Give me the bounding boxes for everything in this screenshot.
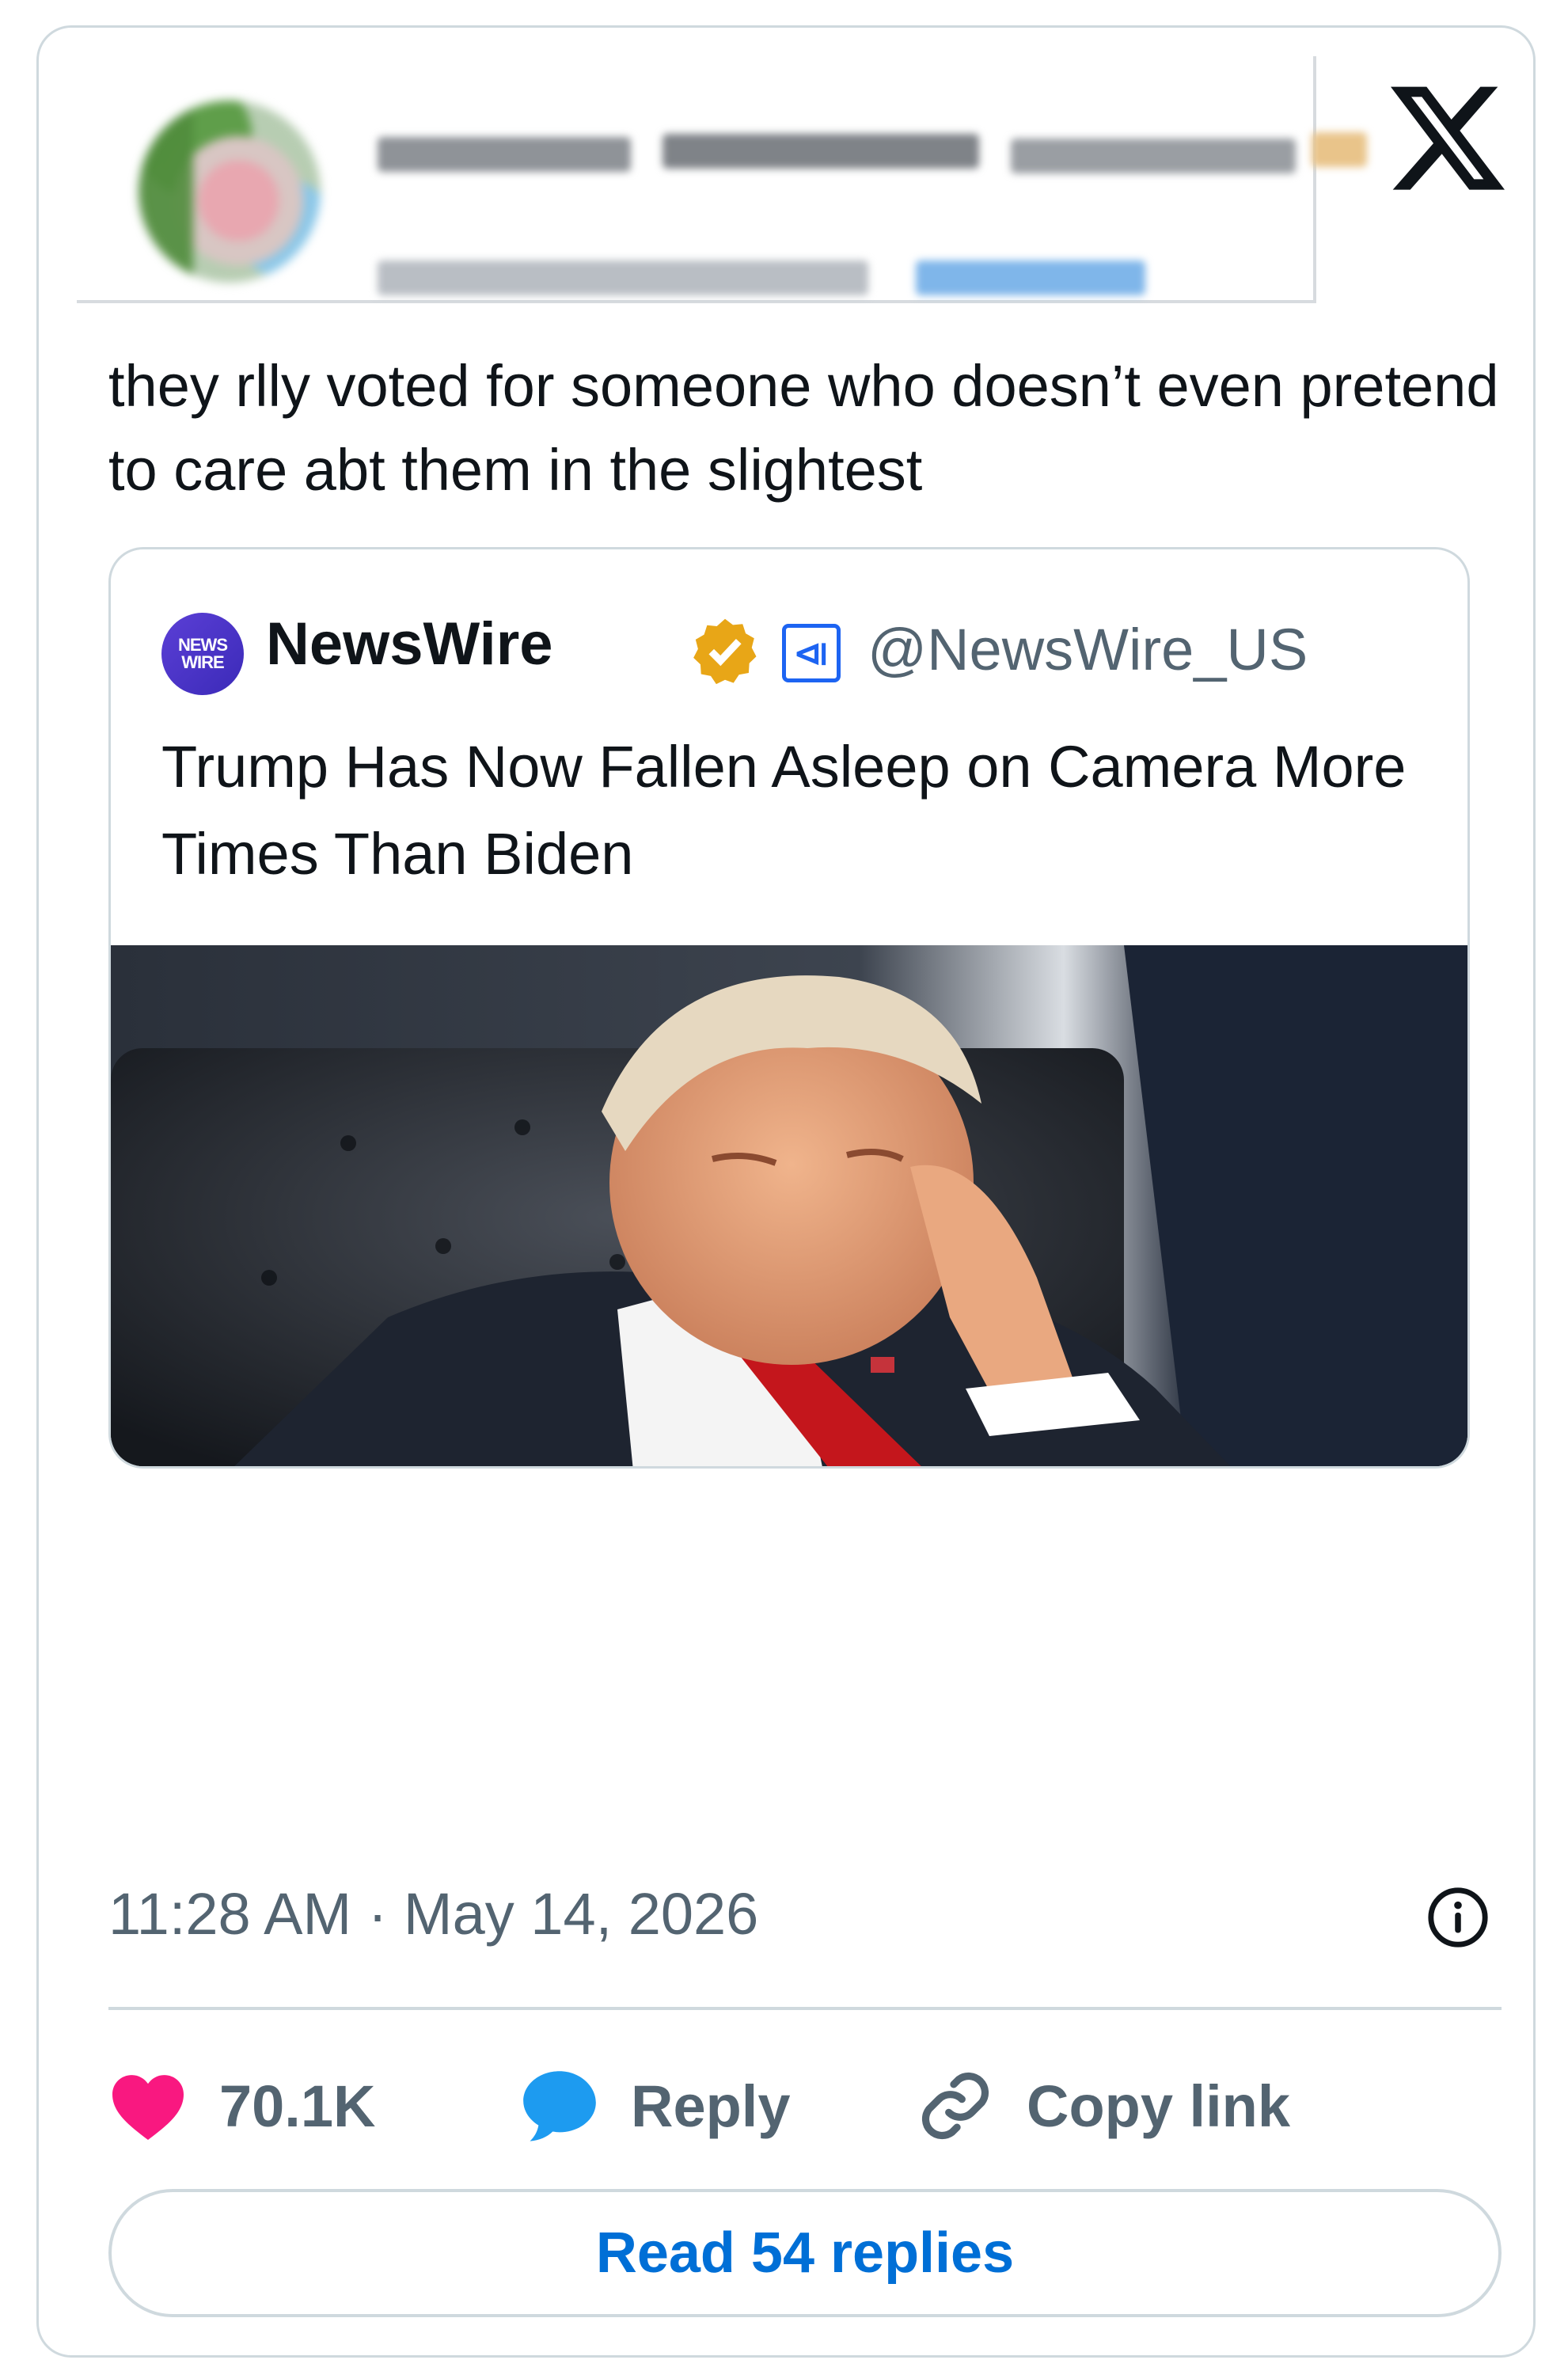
tweet-timestamp[interactable]: 11:28 AM · May 14, 2026 xyxy=(108,1880,758,1948)
action-bar: 70.1K Reply Copy link xyxy=(108,2062,1502,2149)
like-count: 70.1K xyxy=(219,2073,376,2139)
verified-badge-icon xyxy=(693,618,757,685)
avatar[interactable] xyxy=(139,101,321,283)
quoted-tweet[interactable]: NEWS WIRE NewsWire ⧏ @NewsWire_US Trump … xyxy=(108,547,1470,1469)
heart-icon xyxy=(112,2075,184,2140)
x-logo-icon[interactable] xyxy=(1384,74,1511,200)
link-icon xyxy=(921,2072,989,2140)
info-icon[interactable] xyxy=(1426,1885,1490,1950)
author-name-blurred xyxy=(362,129,1383,295)
tweet-text: they rlly voted for someone who doesn’t … xyxy=(108,353,1499,503)
quoted-author-name[interactable]: NewsWire xyxy=(266,610,553,678)
reply-label: Reply xyxy=(631,2073,791,2139)
copy-link-label: Copy link xyxy=(1027,2073,1291,2139)
reply-button[interactable]: Reply xyxy=(520,2062,791,2149)
affiliate-badge-icon: ⧏ xyxy=(782,624,841,682)
read-replies-button[interactable]: Read 54 replies xyxy=(108,2189,1502,2317)
copy-link-button[interactable]: Copy link xyxy=(916,2062,1290,2149)
quoted-photo[interactable] xyxy=(111,945,1470,1469)
quoted-handle[interactable]: @NewsWire_US xyxy=(868,616,1308,683)
author-row[interactable] xyxy=(77,56,1367,303)
reply-bubble-icon xyxy=(523,2071,596,2141)
quoted-avatar[interactable]: NEWS WIRE xyxy=(161,613,244,695)
divider xyxy=(108,2007,1502,2010)
like-button[interactable]: 70.1K xyxy=(108,2062,375,2149)
quoted-text: Trump Has Now Fallen Asleep on Camera Mo… xyxy=(161,734,1407,887)
tweet-card: they rlly voted for someone who doesn’t … xyxy=(36,25,1536,2358)
